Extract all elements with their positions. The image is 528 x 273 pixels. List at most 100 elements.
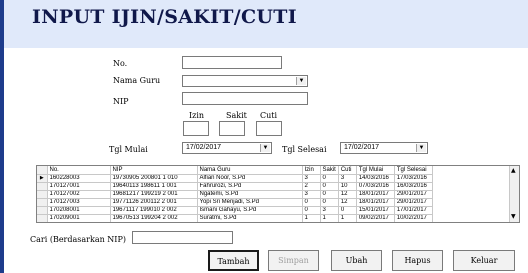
table-cell[interactable]: 3 [338,174,357,183]
table-cell[interactable]: 0 [320,182,339,191]
nama-guru-label: Nama Guru [113,76,161,85]
table-cell[interactable]: Fahrurozi, S.Pd [197,182,303,191]
form-window: INPUT IJIN/SAKIT/CUTI No. Nama Guru ▼ NI… [0,0,528,273]
row-indicator[interactable]: ▶ [37,174,48,183]
table-cell[interactable]: Ismani Gahayu, S.Pd [197,206,303,215]
table-cell[interactable]: 1 [302,214,321,222]
column-header[interactable]: Sakit [320,166,339,175]
table-cell[interactable]: 14/03/2016 [356,174,395,183]
table-cell[interactable]: 19771126 200112 2 001 [110,198,198,207]
table-cell[interactable]: 170208001 [47,206,111,215]
column-header[interactable]: No. [47,166,111,175]
data-grid[interactable]: No. NIP Nama Guru Izin Sakit Cuti Tgl Mu… [36,165,520,223]
table-cell[interactable]: 170209001 [47,214,111,222]
table-cell[interactable]: 0 [320,174,339,183]
table-cell[interactable]: Suratmi, S.Pd [197,214,303,222]
table-row[interactable]: 170127002 19681217 199219 2 001 Ngatemi, S… [37,190,433,199]
table-cell[interactable]: 29/01/2017 [394,198,433,207]
table-cell[interactable]: 16/03/2016 [394,182,433,191]
table-cell[interactable]: 0 [302,206,321,215]
sakit-label: Sakit [226,111,247,120]
table-cell[interactable]: 3 [320,206,339,215]
table-row[interactable]: 170127001 19640113 198611 1 001 Fahrurozi,… [37,182,433,191]
table-cell[interactable]: 17/03/2016 [394,174,433,183]
row-indicator[interactable] [37,198,48,207]
ubah-button[interactable]: Ubah [331,250,382,271]
no-input[interactable] [182,56,282,69]
chevron-down-icon[interactable]: ▼ [296,77,306,85]
table-row[interactable]: 170209001 19670513 199204 2 002 Suratmi, S… [37,214,433,222]
column-header[interactable]: Tgl Mulai [356,166,395,175]
table-cell[interactable]: Alfian Noor, S.Pd [197,174,303,183]
row-indicator[interactable] [37,206,48,215]
tgl-mulai-value: 17/02/2017 [186,144,222,151]
nama-guru-combo[interactable]: ▼ [182,75,308,87]
table-cell[interactable]: 10 [338,182,357,191]
table-cell[interactable]: 19671117 199010 2 002 [110,206,198,215]
table-cell[interactable]: 12 [338,198,357,207]
table-cell[interactable]: 17/01/2017 [394,206,433,215]
table-row[interactable]: ▶ 160228003 19730905 200801 1 010 Alfian No… [37,174,433,183]
calendar-dropdown-icon[interactable]: ▼ [416,144,426,152]
table-cell[interactable]: 170127002 [47,190,111,199]
table-cell[interactable]: 09/02/2017 [356,214,395,222]
table-row[interactable]: 170208001 19671117 199010 2 002 Ismani Gah… [37,206,433,215]
column-header[interactable]: NIP [110,166,198,175]
page-title: INPUT IJIN/SAKIT/CUTI [32,6,297,28]
grid-scrollbar[interactable]: ▲ ▼ [509,166,519,222]
tambah-button[interactable]: Tambah [208,250,259,271]
table-cell[interactable]: 1 [338,214,357,222]
table-cell[interactable]: 0 [320,190,339,199]
scroll-down-icon[interactable]: ▼ [511,213,516,221]
table-cell[interactable]: 160228003 [47,174,111,183]
column-header[interactable]: Tgl Selesai [394,166,433,175]
table-cell[interactable]: 170127001 [47,182,111,191]
simpan-button[interactable]: Simpan [268,250,319,271]
table-cell[interactable]: 10/02/2017 [394,214,433,222]
row-indicator[interactable] [37,214,48,222]
table-cell[interactable]: 3 [302,190,321,199]
table-cell[interactable]: Ngatemi, S.Pd [197,190,303,199]
column-header[interactable]: Cuti [338,166,357,175]
table-cell[interactable]: 19681217 199219 2 001 [110,190,198,199]
table-cell[interactable]: 12 [338,190,357,199]
tgl-selesai-picker[interactable]: 17/02/2017 ▼ [340,142,428,154]
cuti-input[interactable] [256,121,282,136]
table-cell[interactable]: 29/01/2017 [394,190,433,199]
nip-input[interactable] [182,92,308,105]
row-indicator[interactable] [37,182,48,191]
table-cell[interactable]: 0 [320,198,339,207]
keluar-button[interactable]: Keluar [453,250,515,271]
nip-label: NIP [113,97,129,106]
column-header[interactable]: Nama Guru [197,166,303,175]
table-cell[interactable]: 170127003 [47,198,111,207]
table-cell[interactable]: 18/01/2017 [356,198,395,207]
table-cell[interactable]: 15/01/2017 [356,206,395,215]
table-cell[interactable]: 0 [338,206,357,215]
column-header[interactable]: Izin [302,166,321,175]
table-cell[interactable]: 19730905 200801 1 010 [110,174,198,183]
scroll-up-icon[interactable]: ▲ [511,167,516,175]
table-cell[interactable]: 18/01/2017 [356,190,395,199]
table-cell[interactable]: 1 [320,214,339,222]
table-cell[interactable]: 07/03/2016 [356,182,395,191]
tgl-mulai-picker[interactable]: 17/02/2017 ▼ [182,142,272,154]
no-label: No. [113,59,128,68]
izin-input[interactable] [183,121,209,136]
table-cell[interactable]: 19640113 198611 1 001 [110,182,198,191]
table-cell[interactable]: 2 [302,182,321,191]
table-header-row: No. NIP Nama Guru Izin Sakit Cuti Tgl Mu… [37,166,433,175]
header-banner: INPUT IJIN/SAKIT/CUTI [4,0,528,48]
data-table: No. NIP Nama Guru Izin Sakit Cuti Tgl Mu… [37,166,433,222]
calendar-dropdown-icon[interactable]: ▼ [260,144,270,152]
search-label: Cari (Berdasarkan NIP) [30,235,126,244]
table-cell[interactable]: 0 [302,198,321,207]
sakit-input[interactable] [219,121,245,136]
table-cell[interactable]: 3 [302,174,321,183]
table-cell[interactable]: Yopi Sri Menjadi, S.Pd [197,198,303,207]
search-nip-input[interactable] [132,231,233,244]
row-indicator[interactable] [37,190,48,199]
table-cell[interactable]: 19670513 199204 2 002 [110,214,198,222]
table-row[interactable]: 170127003 19771126 200112 2 001 Yopi Sri M… [37,198,433,207]
hapus-button[interactable]: Hapus [392,250,443,271]
